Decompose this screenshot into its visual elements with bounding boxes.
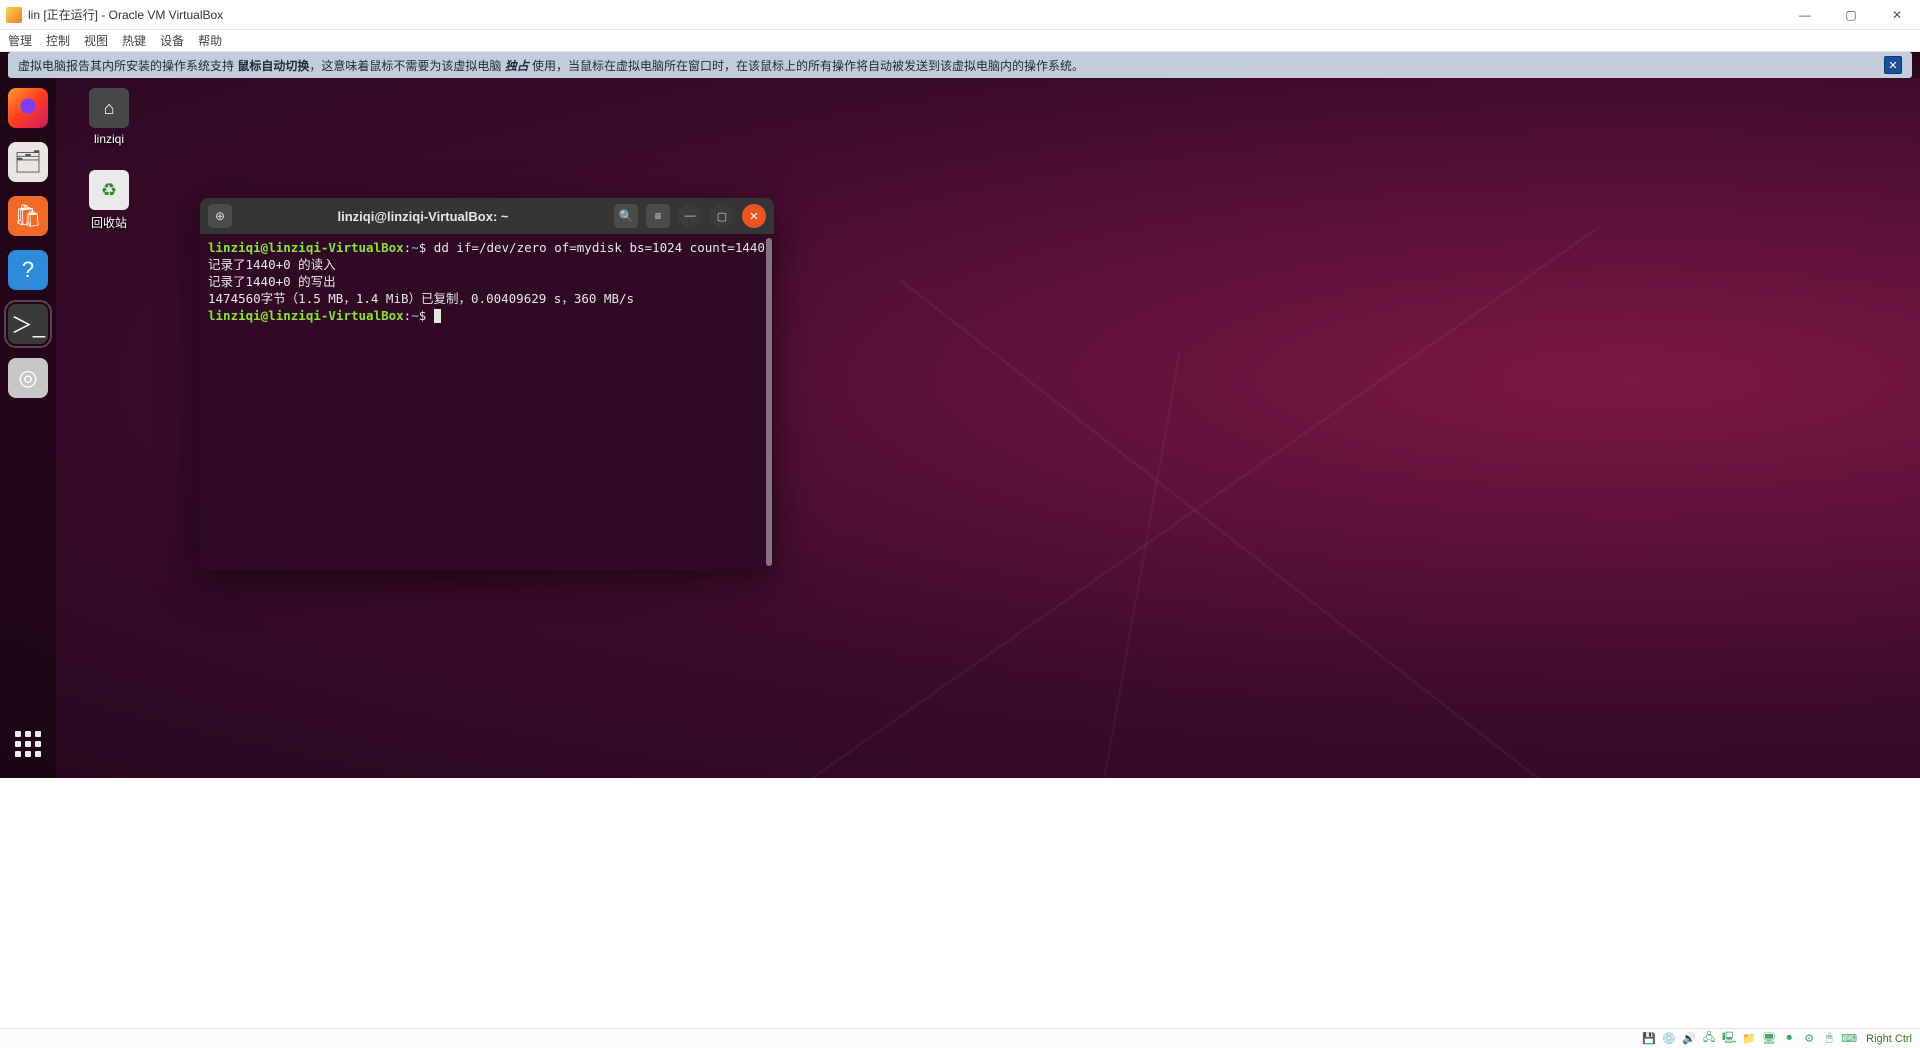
- dock-files-icon[interactable]: 🗂: [8, 142, 48, 182]
- dock-show-apps-button[interactable]: [8, 724, 48, 764]
- terminal-body[interactable]: linziqi@linziqi-VirtualBox:~$ dd if=/dev…: [200, 234, 774, 570]
- status-hdd-icon[interactable]: 💾: [1642, 1032, 1656, 1046]
- mouse-integration-banner: 虚拟电脑报告其内所安装的操作系统支持 鼠标自动切换，这意味着鼠标不需要为该虚拟电…: [8, 52, 1912, 78]
- status-shared-folder-icon[interactable]: 📁: [1742, 1032, 1756, 1046]
- home-folder-icon: ⌂: [89, 88, 129, 128]
- host-content-gap: [0, 778, 1920, 1028]
- terminal-output-line: 记录了1440+0 的写出: [208, 274, 336, 289]
- status-host-key: Right Ctrl: [1866, 1033, 1912, 1045]
- host-minimize-button[interactable]: —: [1782, 0, 1828, 29]
- terminal-output-line: 1474560字节（1.5 MB，1.4 MiB）已复制，0.00409629 …: [208, 291, 634, 306]
- terminal-maximize-button[interactable]: ▢: [710, 204, 734, 228]
- host-maximize-button[interactable]: ▢: [1828, 0, 1874, 29]
- dock-software-icon[interactable]: 🛍: [8, 196, 48, 236]
- trash-icon: ♻: [89, 170, 129, 210]
- dock-terminal-icon[interactable]: ＞_: [8, 304, 48, 344]
- scrollbar-thumb-icon[interactable]: [766, 238, 772, 566]
- dock-firefox-icon[interactable]: [8, 88, 48, 128]
- guest-desktop: 活动 ▣ 终端 6月3日 10:22 zh ▾ ⇄ 🔊 🗂 🛍 ? ＞_ ◎ ⌂…: [0, 52, 1920, 778]
- ubuntu-dock: 🗂 🛍 ? ＞_ ◎: [0, 78, 56, 778]
- menu-input[interactable]: 热键: [122, 32, 146, 49]
- menu-help[interactable]: 帮助: [198, 32, 222, 49]
- desktop-home-label: linziqi: [74, 132, 144, 146]
- terminal-window[interactable]: ⊕ linziqi@linziqi-VirtualBox: ~ 🔍 ≡ — ▢ …: [200, 198, 774, 570]
- host-window-title: lin [正在运行] - Oracle VM VirtualBox: [28, 6, 1782, 23]
- dock-help-icon[interactable]: ?: [8, 250, 48, 290]
- host-statusbar: 💾 💿 🔊 🖧 🖳 📁 🖥 ⏺ ⚙ 🖱 ⌨ Right Ctrl: [0, 1028, 1920, 1048]
- desktop-trash-icon[interactable]: ♻ 回收站: [74, 170, 144, 231]
- menu-manage[interactable]: 管理: [8, 32, 32, 49]
- menu-devices[interactable]: 设备: [160, 32, 184, 49]
- terminal-scrollbar[interactable]: [766, 238, 772, 566]
- terminal-output-line: 记录了1440+0 的读入: [208, 257, 336, 272]
- terminal-search-button[interactable]: 🔍: [614, 204, 638, 228]
- host-close-button[interactable]: ✕: [1874, 0, 1920, 29]
- virtualbox-logo-icon: [6, 7, 22, 23]
- terminal-close-button[interactable]: ✕: [742, 204, 766, 228]
- status-mouse-icon[interactable]: 🖱: [1822, 1032, 1836, 1046]
- status-keyboard-icon[interactable]: ⌨: [1842, 1032, 1856, 1046]
- host-menubar: 管理 控制 视图 热键 设备 帮助: [0, 30, 1920, 52]
- dock-disc-icon[interactable]: ◎: [8, 358, 48, 398]
- terminal-new-tab-button[interactable]: ⊕: [208, 204, 232, 228]
- host-titlebar: lin [正在运行] - Oracle VM VirtualBox — ▢ ✕: [0, 0, 1920, 30]
- status-audio-icon[interactable]: 🔊: [1682, 1032, 1696, 1046]
- status-usb-icon[interactable]: 🖳: [1722, 1032, 1736, 1046]
- terminal-minimize-button[interactable]: —: [678, 204, 702, 228]
- terminal-command: dd if=/dev/zero of=mydisk bs=1024 count=…: [434, 240, 765, 255]
- status-record-icon[interactable]: ⏺: [1782, 1032, 1796, 1046]
- menu-machine[interactable]: 控制: [46, 32, 70, 49]
- menu-view[interactable]: 视图: [84, 32, 108, 49]
- terminal-window-title: linziqi@linziqi-VirtualBox: ~: [240, 209, 606, 224]
- banner-text: 虚拟电脑报告其内所安装的操作系统支持 鼠标自动切换，这意味着鼠标不需要为该虚拟电…: [18, 57, 1084, 74]
- banner-close-button[interactable]: ✕: [1884, 56, 1902, 74]
- terminal-menu-button[interactable]: ≡: [646, 204, 670, 228]
- status-network-icon[interactable]: 🖧: [1702, 1032, 1716, 1046]
- desktop-trash-label: 回收站: [74, 214, 144, 231]
- status-cpu-icon[interactable]: ⚙: [1802, 1032, 1816, 1046]
- status-display-icon[interactable]: 🖥: [1762, 1032, 1776, 1046]
- desktop-home-icon[interactable]: ⌂ linziqi: [74, 88, 144, 146]
- status-optical-icon[interactable]: 💿: [1662, 1032, 1676, 1046]
- terminal-headerbar[interactable]: ⊕ linziqi@linziqi-VirtualBox: ~ 🔍 ≡ — ▢ …: [200, 198, 774, 234]
- terminal-cursor: [434, 309, 441, 323]
